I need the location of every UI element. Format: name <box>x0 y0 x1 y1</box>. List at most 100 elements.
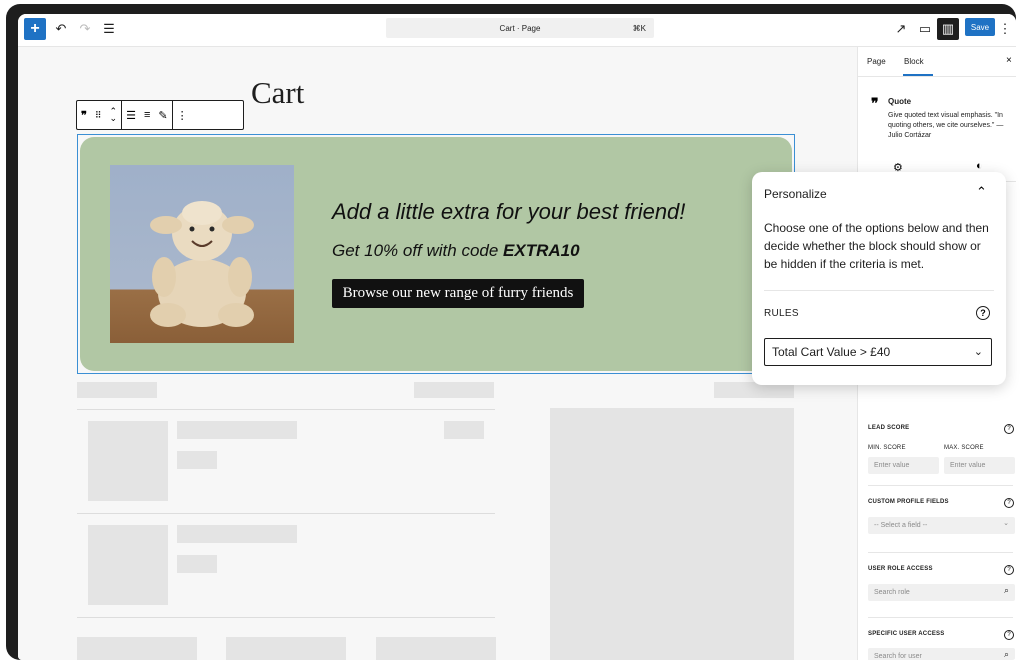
min-score-label: MIN. SCORE <box>868 445 906 451</box>
tab-block[interactable]: Block <box>904 57 924 66</box>
popover-title: Personalize <box>764 187 827 201</box>
help-glyph: ? <box>980 308 986 318</box>
quote-headline[interactable]: Add a little extra for your best friend! <box>332 199 685 225</box>
save-button[interactable]: Save <box>965 18 995 36</box>
placeholder-bar <box>226 637 346 660</box>
close-icon: × <box>1006 55 1012 66</box>
help-icon[interactable]: ? <box>976 306 990 320</box>
custom-field-placeholder: -- Select a field -- <box>874 522 928 529</box>
highlighter-icon[interactable]: ✎ <box>158 109 167 122</box>
placeholder-bar <box>177 451 217 469</box>
shortcut-hint: ⌘K <box>632 23 646 33</box>
settings-toggle-button[interactable]: ▥ <box>937 18 959 40</box>
rule-select[interactable]: Total Cart Value > £40 ⌄ <box>764 338 992 366</box>
browse-button[interactable]: Browse our new range of furry friends <box>332 279 584 308</box>
role-search-input[interactable]: Search role ⌕ <box>868 584 1015 601</box>
document-title: Cart · Page <box>499 23 541 33</box>
placeholder-bar <box>77 637 197 660</box>
min-score-input[interactable]: Enter value <box>868 457 939 474</box>
collapse-button[interactable]: ⌃ <box>976 184 987 200</box>
help-icon[interactable]: ? <box>1004 424 1014 434</box>
undo-icon: ↶ <box>55 21 67 36</box>
add-block-button[interactable]: + <box>24 18 46 40</box>
chevron-down-icon: ⌄ <box>973 346 983 358</box>
placeholder-bar <box>177 525 297 543</box>
placeholder-bar <box>77 382 157 398</box>
specific-user-access-label: SPECIFIC USER ACCESS <box>868 631 945 637</box>
list-view-button[interactable]: ☰ <box>98 18 120 40</box>
user-search-placeholder: Search for user <box>874 653 922 660</box>
help-icon[interactable]: ? <box>1004 630 1014 640</box>
more-vertical-icon: ⋮ <box>998 21 1012 36</box>
placeholder-bar <box>444 421 484 439</box>
placeholder-bar <box>414 382 494 398</box>
divider <box>858 76 1016 77</box>
close-sidebar-button[interactable]: × <box>1006 55 1012 66</box>
preview-button[interactable]: ▭ <box>914 18 936 40</box>
help-glyph: ? <box>1007 426 1011 432</box>
placeholder-bar <box>177 421 297 439</box>
rules-label: RULES <box>764 308 799 319</box>
max-score-input[interactable]: Enter value <box>944 457 1015 474</box>
divider <box>868 485 1013 486</box>
quote-background: Add a little extra for your best friend!… <box>80 137 792 371</box>
block-type-group: ❞ ⠿ ⌃ ⌄ <box>77 101 123 129</box>
quote-subline[interactable]: Get 10% off with code EXTRA10 <box>332 241 580 261</box>
styles-icon[interactable]: ◐ <box>976 160 983 172</box>
user-search-input[interactable]: Search for user ⌕ <box>868 648 1015 660</box>
undo-button[interactable]: ↶ <box>50 18 72 40</box>
divider <box>868 552 1013 553</box>
external-link-icon: ↗ <box>895 21 907 36</box>
lead-score-label: LEAD SCORE <box>868 425 910 431</box>
redo-button[interactable]: ↷ <box>74 18 96 40</box>
quote-subline-text: Get 10% off with code <box>332 241 504 260</box>
rule-select-value: Total Cart Value > £40 <box>772 345 891 359</box>
options-button[interactable]: ⋮ <box>998 18 1012 40</box>
block-card-description: Give quoted text visual emphasis. "In qu… <box>888 112 1004 139</box>
help-glyph: ? <box>1007 500 1011 506</box>
popover-description: Choose one of the options below and then… <box>764 221 989 271</box>
more-vertical-icon[interactable]: ⋮ <box>177 109 188 122</box>
quote-icon: ❞ <box>871 95 879 111</box>
align-wide-icon[interactable]: ☰ <box>126 109 136 122</box>
desktop-preview-icon: ▭ <box>918 21 932 36</box>
block-more-group: ⋮ <box>173 101 192 129</box>
help-icon[interactable]: ? <box>1004 565 1014 575</box>
help-glyph: ? <box>1007 632 1011 638</box>
view-site-button[interactable]: ↗ <box>890 18 912 40</box>
quote-block[interactable]: Add a little extra for your best friend!… <box>77 134 795 374</box>
chevron-down-icon: ⌄ <box>1003 520 1009 527</box>
custom-field-select[interactable]: -- Select a field -- ⌄ <box>868 517 1015 534</box>
redo-icon: ↷ <box>79 21 91 36</box>
quote-icon[interactable]: ❞ <box>81 109 87 122</box>
divider <box>77 617 495 618</box>
command-palette-button[interactable]: Cart · Page ⌘K <box>386 18 654 38</box>
text-align-icon[interactable]: ≡ <box>144 109 150 121</box>
plus-icon: + <box>30 20 40 37</box>
placeholder-thumbnail <box>88 525 168 605</box>
divider <box>77 409 495 410</box>
divider <box>764 290 994 291</box>
drag-handle-icon[interactable]: ⠿ <box>95 110 102 121</box>
custom-profile-fields-label: CUSTOM PROFILE FIELDS <box>868 499 949 505</box>
search-icon: ⌕ <box>1003 649 1009 659</box>
divider <box>77 513 495 514</box>
editor-top-toolbar: + ↶ ↷ ☰ Cart · Page ⌘K ↗ ▭ ▥ Save ⋮ <box>18 14 1016 47</box>
move-up-down-icon[interactable]: ⌃ ⌄ <box>110 107 118 123</box>
sidebar-icon: ▥ <box>941 21 955 36</box>
discount-code: EXTRA10 <box>503 241 580 260</box>
editor-canvas: Cart ❞ ⠿ ⌃ ⌄ ☰ ≡ ✎ ⋮ Add a little extra … <box>18 47 857 660</box>
help-glyph: ? <box>1007 567 1011 573</box>
placeholder-bar <box>376 637 496 660</box>
page-title[interactable]: Cart <box>251 75 304 111</box>
teddy-bear-image <box>110 165 294 343</box>
tab-page[interactable]: Page <box>867 57 886 66</box>
placeholder-bar <box>177 555 217 573</box>
list-view-icon: ☰ <box>103 21 115 36</box>
placeholder-summary-panel <box>550 408 794 660</box>
user-role-access-label: USER ROLE ACCESS <box>868 566 933 572</box>
block-card-title: Quote <box>888 97 912 106</box>
block-toolbar: ❞ ⠿ ⌃ ⌄ ☰ ≡ ✎ ⋮ <box>76 100 244 130</box>
help-icon[interactable]: ? <box>1004 498 1014 508</box>
block-format-group: ☰ ≡ ✎ <box>122 101 173 129</box>
